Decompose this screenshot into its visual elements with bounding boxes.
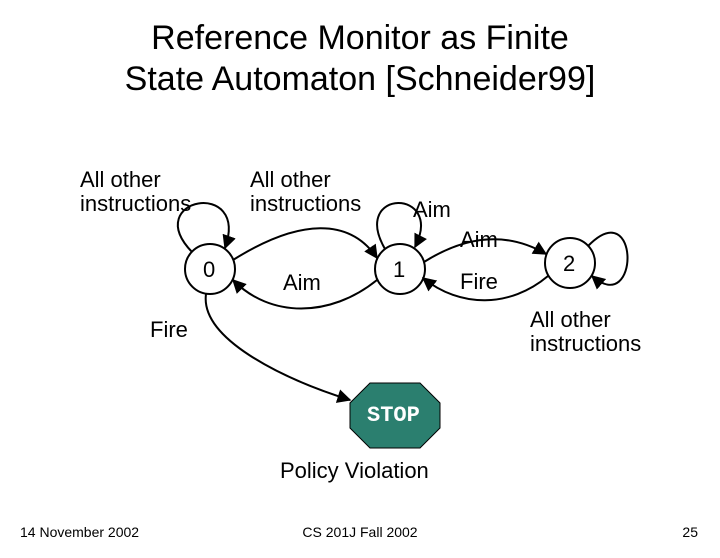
- policy-violation-label: Policy Violation: [280, 458, 429, 484]
- state-0: 0: [203, 257, 215, 283]
- label-allother-0: All other instructions: [80, 168, 191, 216]
- label-aim-back: Aim: [460, 228, 498, 252]
- state-1: 1: [393, 257, 405, 283]
- label-fire-down: Fire: [150, 318, 188, 342]
- label-allother-1: All other instructions: [250, 168, 361, 216]
- label-aim-bottom: Aim: [283, 271, 321, 295]
- footer-page: 25: [682, 524, 698, 540]
- label-fire-back: Fire: [460, 270, 498, 294]
- label-allother-2: All other instructions: [530, 308, 641, 356]
- label-aim-top: Aim: [413, 198, 451, 222]
- stop-sign-text: STOP: [367, 403, 420, 428]
- footer-course: CS 201J Fall 2002: [0, 524, 720, 540]
- state-2: 2: [563, 251, 575, 277]
